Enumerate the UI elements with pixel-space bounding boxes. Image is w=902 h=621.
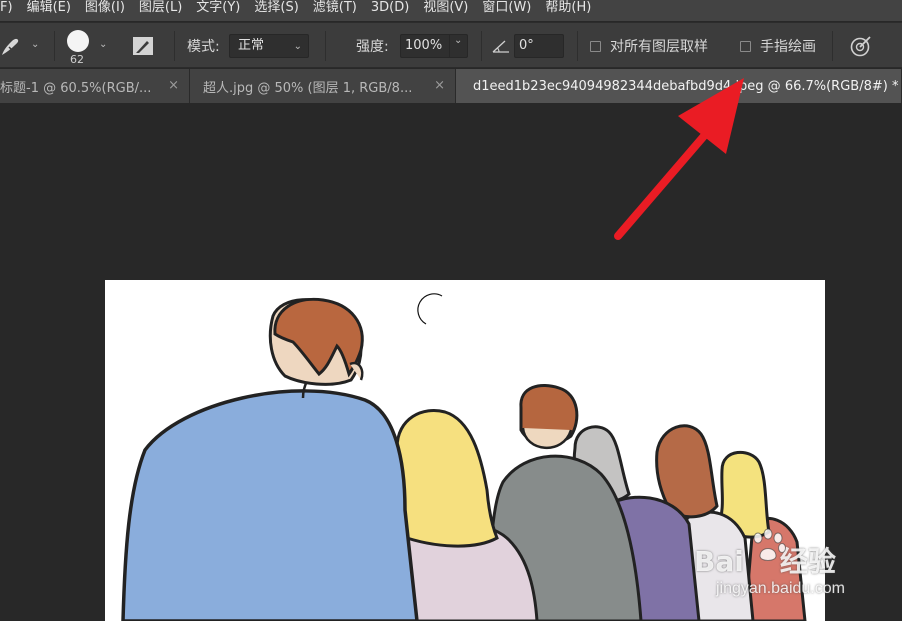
red-arrow-annotation <box>614 78 744 240</box>
